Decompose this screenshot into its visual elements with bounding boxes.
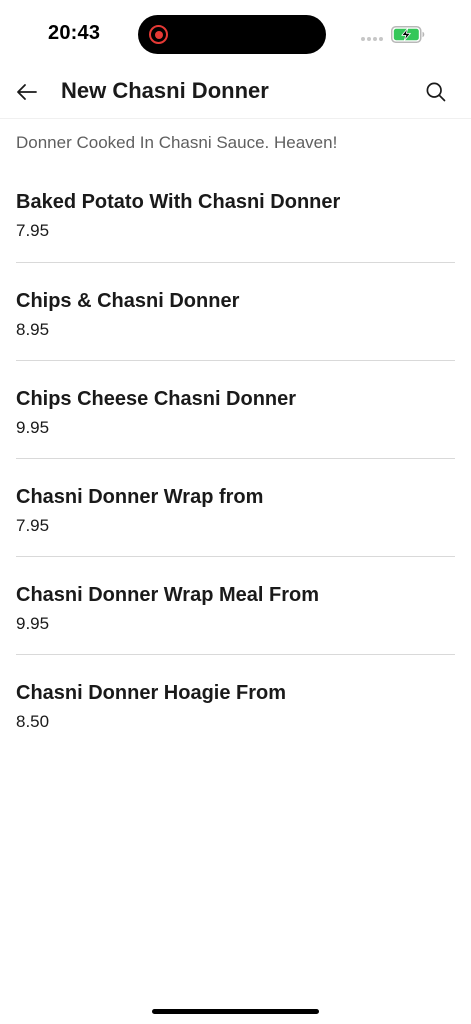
menu-item[interactable]: Chips & Chasni Donner 8.95	[16, 263, 455, 361]
status-bar: 20:43	[0, 0, 471, 64]
screen-recording-icon[interactable]	[149, 25, 168, 44]
menu-item[interactable]: Chasni Donner Wrap from 7.95	[16, 459, 455, 557]
menu-item-name: Chasni Donner Hoagie From	[16, 682, 287, 704]
menu-item-price: 8.95	[16, 320, 50, 339]
cellular-signal-icon	[361, 37, 383, 41]
menu-item[interactable]: Chasni Donner Hoagie From 8.50	[16, 655, 455, 753]
menu-item-price: 9.95	[16, 614, 50, 633]
menu-item-list: Baked Potato With Chasni Donner 7.95 Chi…	[16, 164, 455, 753]
menu-item-name: Chips & Chasni Donner	[16, 290, 240, 312]
back-button[interactable]	[12, 77, 42, 107]
menu-item[interactable]: Chasni Donner Wrap Meal From 9.95	[16, 557, 455, 655]
home-indicator[interactable]	[152, 1009, 319, 1014]
category-description: Donner Cooked In Chasni Sauce. Heaven!	[16, 133, 338, 152]
search-icon	[426, 82, 446, 102]
status-time: 20:43	[48, 22, 101, 44]
menu-item-name: Chips Cheese Chasni Donner	[16, 388, 297, 410]
menu-item-price: 7.95	[16, 516, 50, 535]
app-header: New Chasni Donner	[0, 64, 471, 119]
menu-item[interactable]: Chips Cheese Chasni Donner 9.95	[16, 361, 455, 459]
menu-item-name: Chasni Donner Wrap Meal From	[16, 584, 320, 606]
menu-item-price: 7.95	[16, 221, 50, 240]
arrow-left-icon	[17, 84, 37, 100]
battery-charging-icon	[391, 26, 425, 43]
menu-item-price: 9.95	[16, 418, 50, 437]
page-title: New Chasni Donner	[61, 78, 269, 103]
dynamic-island	[138, 15, 326, 54]
menu-item[interactable]: Baked Potato With Chasni Donner 7.95	[16, 164, 455, 263]
menu-item-name: Baked Potato With Chasni Donner	[16, 191, 341, 213]
menu-item-name: Chasni Donner Wrap from	[16, 486, 264, 508]
menu-item-price: 8.50	[16, 712, 50, 731]
search-button[interactable]	[422, 78, 450, 106]
